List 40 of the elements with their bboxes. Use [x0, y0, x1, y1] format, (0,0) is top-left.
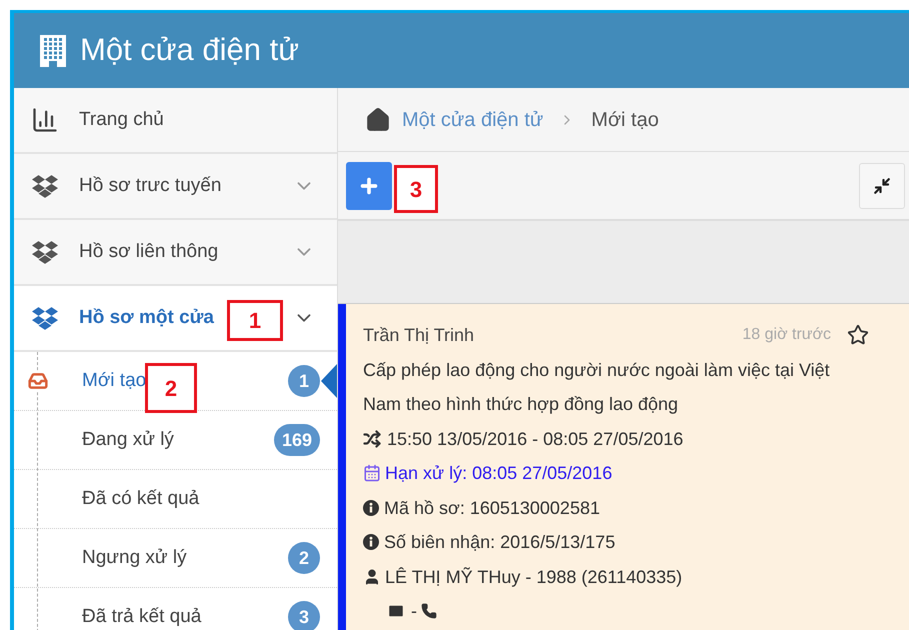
collapse-button[interactable] — [859, 162, 905, 208]
contact-separator: - — [411, 600, 417, 623]
boxes-icon — [32, 240, 58, 264]
record-card[interactable] — [338, 304, 909, 630]
info-icon — [363, 500, 379, 516]
annotation-marker: 1 — [227, 300, 283, 341]
phone-icon — [421, 603, 437, 620]
time-ago: 18 giờ trước — [742, 325, 831, 345]
applicant-name: Trần Thị Trinh — [363, 324, 474, 347]
sidebar-item[interactable]: Trang chủ — [14, 88, 337, 154]
user-icon — [363, 568, 381, 586]
annotation-marker: 3 — [394, 165, 438, 213]
person-info: LÊ THỊ MỸ THuy - 1988 (261140335) — [385, 566, 682, 589]
info-icon — [363, 534, 379, 550]
shuffle-icon — [363, 430, 381, 448]
receipt-number: Số biên nhận: 2016/5/13/175 — [384, 531, 616, 554]
calendar-icon — [363, 464, 381, 482]
app-title: Một cửa điện tử — [80, 31, 299, 70]
file-code: Mã hồ sơ: 1605130002581 — [384, 496, 600, 520]
count-badge: 169 — [274, 424, 320, 456]
star-icon[interactable] — [847, 324, 869, 346]
count-badge: 3 — [288, 601, 320, 630]
annotation-marker: 2 — [145, 363, 197, 413]
add-button[interactable] — [346, 162, 392, 210]
deadline: Hạn xử lý: 08:05 27/05/2016 — [385, 462, 612, 485]
collapse-icon — [873, 176, 891, 194]
boxes-icon — [32, 174, 58, 198]
sidebar-item[interactable]: Hồ sơ trưc tuyến — [14, 154, 337, 220]
submenu-item[interactable]: Đã có kết quả — [14, 470, 337, 529]
count-badge: 1 — [288, 365, 320, 397]
processing-period: 15:50 13/05/2016 - 08:05 27/05/2016 — [387, 428, 684, 450]
breadcrumb-current: Mới tạo — [591, 108, 659, 132]
boxes-icon — [32, 306, 58, 330]
inbox-icon — [28, 371, 48, 391]
submenu-item[interactable]: Đã trả kết quả 3 — [14, 588, 337, 630]
home-icon — [364, 106, 392, 132]
count-badge: 2 — [288, 542, 320, 574]
building-icon — [40, 34, 66, 66]
record-title: Cấp phép lao động cho người nước ngoài làm việc tại Việt Nam theo hình thức hợp đồng lao động — [363, 358, 831, 416]
submenu-item[interactable]: Ngưng xử lý 2 — [14, 529, 337, 588]
